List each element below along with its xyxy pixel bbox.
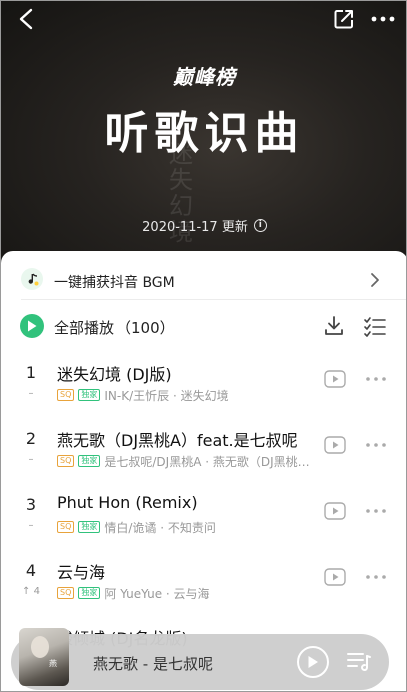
song-meta: SQ 独家 是七叔呢/DJ黑桃A · 燕无歌（DJ黑桃A） [57,453,315,469]
page-title: 听歌识曲 [104,108,305,159]
top-bar [1,1,406,41]
exclusive-badge: 独家 [78,389,101,401]
rank-trend: ↑ 4 [22,586,40,597]
bgm-capture-row[interactable]: 一键捕获抖音 BGM [1,261,406,299]
mini-player[interactable]: 燕 燕无歌 - 是七叔呢 [11,628,389,690]
mv-icon[interactable] [324,502,346,520]
song-more-icon[interactable] [364,436,388,454]
song-more-icon[interactable] [364,568,388,586]
music-note-icon [21,268,43,290]
playlist-icon[interactable] [346,650,372,674]
song-more-icon[interactable] [364,502,388,520]
info-icon[interactable]: i [253,219,267,232]
song-rank: 2 [25,429,37,448]
play-all-text: 全部播放 [54,319,115,337]
download-icon[interactable] [323,315,345,337]
song-title: 燕无歌（DJ黑桃A）feat.是七叔呢 [57,431,298,450]
player-play-button[interactable] [297,646,329,678]
song-row[interactable]: 4 ↑ 4 云与海 SQ 独家 阿 YueYue · 云与海 [1,559,406,625]
song-meta: SQ 独家 情白/诡谲 · 不知责问 [57,519,315,535]
divider [21,299,406,300]
update-info: 2020-11-17 更新 i [1,216,406,235]
song-row[interactable]: 1 – 迷失幻境 (DJ版) SQ 独家 IN-K/王忻辰 · 迷失幻境 [1,361,406,427]
back-button[interactable] [11,5,41,33]
song-row[interactable]: 3 – Phut Hon (Remix) SQ 独家 情白/诡谲 · 不知责问 [1,493,406,559]
song-rank: 1 [25,363,37,382]
sq-badge: SQ [57,455,75,467]
mv-icon[interactable] [324,370,346,388]
app-screen: 迷失幻境 巅峰榜 听歌识曲 2020-11-17 更新 i 一键捕获抖音 BGM… [0,0,407,692]
sq-badge: SQ [57,587,75,599]
back-icon [19,8,33,30]
sq-badge: SQ [57,521,75,533]
more-button[interactable] [369,6,397,32]
multi-select-icon[interactable] [363,315,387,337]
more-icon [371,16,395,22]
play-icon [308,656,318,668]
song-artist-album: 阿 YueYue · 云与海 [104,586,210,601]
song-list-card: 一键捕获抖音 BGM 全部播放 （100） 1 – 迷失幻境 (DJ版) SQ … [1,251,406,691]
rank-trend: – [28,454,34,465]
song-count: （100） [116,319,175,337]
play-all-button[interactable] [20,314,44,338]
song-artist-album: IN-K/王忻辰 · 迷失幻境 [104,388,229,403]
song-rank: 4 [25,561,37,580]
brand-logo: 巅峰榜 [173,65,236,89]
rank-trend: – [28,520,34,531]
song-row[interactable]: 2 – 燕无歌（DJ黑桃A）feat.是七叔呢 SQ 独家 是七叔呢/DJ黑桃A… [1,427,406,493]
song-title: 云与海 [57,563,106,582]
exclusive-badge: 独家 [78,521,101,533]
mv-icon[interactable] [324,568,346,586]
header-banner: 迷失幻境 巅峰榜 听歌识曲 2020-11-17 更新 i [1,1,406,269]
rank-trend: – [28,388,34,399]
cover-portrait [31,636,49,658]
exclusive-badge: 独家 [78,455,101,467]
song-artist-album: 情白/诡谲 · 不知责问 [104,520,216,535]
sq-badge: SQ [57,389,75,401]
song-artist-album: 是七叔呢/DJ黑桃A · 燕无歌（DJ黑桃A） [104,454,315,469]
song-title: 迷失幻境 (DJ版) [57,365,172,384]
cover-text: 燕 [49,659,57,668]
play-icon [28,320,37,332]
now-playing-title: 燕无歌 - 是七叔呢 [93,655,213,673]
play-all-label[interactable]: 全部播放 （100） [54,317,175,338]
share-button[interactable] [331,6,357,32]
song-title: Phut Hon (Remix) [57,493,198,512]
song-meta: SQ 独家 阿 YueYue · 云与海 [57,585,315,601]
bgm-capture-label: 一键捕获抖音 BGM [54,275,175,291]
mv-icon[interactable] [324,436,346,454]
song-meta: SQ 独家 IN-K/王忻辰 · 迷失幻境 [57,387,315,403]
exclusive-badge: 独家 [78,587,101,599]
share-icon [334,10,353,29]
play-all-bar: 全部播放 （100） [1,309,406,343]
album-cover[interactable]: 燕 [19,628,69,686]
song-more-icon[interactable] [364,370,388,388]
update-date: 2020-11-17 更新 [142,220,248,235]
song-rank: 3 [25,495,37,514]
chevron-right-icon [371,273,379,287]
